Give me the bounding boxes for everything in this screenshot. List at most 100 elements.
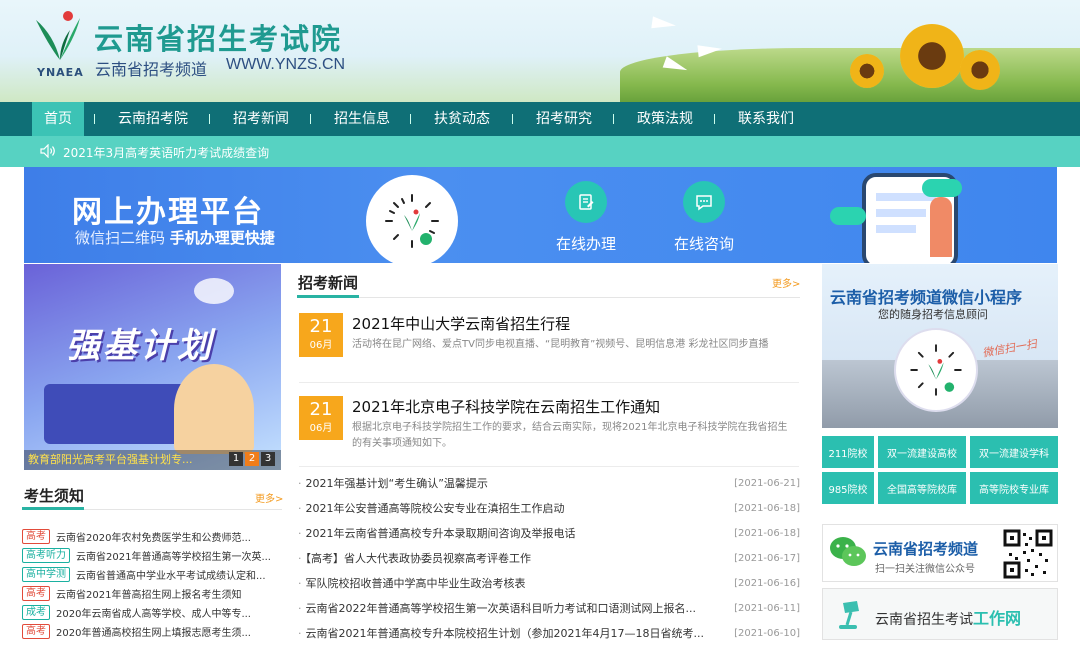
online-consult-button[interactable]: 在线咨询: [664, 181, 744, 254]
news-date: [2021-06-17]: [734, 553, 800, 564]
nav-item-home[interactable]: 首页: [32, 102, 84, 136]
list-item[interactable]: 高考 云南省2020年农村免费医学生和公费师范...: [22, 527, 282, 546]
nav-item-contact[interactable]: 联系我们: [726, 102, 806, 136]
scan-hint: 微信扫一扫: [981, 337, 1038, 360]
list-item[interactable]: 军队院校招收普通中学高中毕业生政治考核表 [2021-06-16]: [298, 575, 801, 600]
banner-subtitle: 微信扫二维码 手机办理更快捷: [75, 227, 275, 248]
quick-link-major-db[interactable]: 高等院校专业库: [970, 472, 1058, 504]
nav-separator: [410, 114, 411, 124]
date-month: 06月: [309, 423, 333, 434]
list-item-title[interactable]: 云南省2021年普高招生网上报名考生须知: [56, 586, 241, 601]
featured-news-title[interactable]: 2021年北京电子科技学院在云南招生工作通知: [352, 396, 660, 417]
sunflower-image: [960, 50, 1000, 90]
category-tag: 高考: [22, 586, 50, 601]
nav-item-ynzky[interactable]: 云南招考院: [106, 102, 200, 136]
news-title[interactable]: 2021年强基计划“考生确认”温馨提示: [298, 475, 488, 500]
list-item[interactable]: 云南省2021年普通高校专升本院校招生计划（参加2021年4月17—18日省统考…: [298, 625, 801, 650]
news-divider: [297, 297, 800, 298]
news-title[interactable]: 云南省2021年普通高校专升本院校招生计划（参加2021年4月17—18日省统考…: [298, 625, 704, 650]
news-title[interactable]: 云南省2022年普通高等学校招生第一次英语科目听力考试和口语测试网上报名...: [298, 600, 696, 625]
featured-news-desc: 活动将在昆广网络、爱点TV同步电视直播、“昆明教育”视频号、昆明信息港 彩龙社区…: [352, 339, 769, 350]
wechat-card-title: 云南省招考频道: [873, 540, 979, 558]
nav-separator: [94, 114, 95, 124]
quick-link-211[interactable]: 211院校: [822, 436, 874, 468]
date-day: 21: [309, 399, 333, 420]
featured-news-desc: 根据北京电子科技学院招生工作的要求，结合云南实际，现将2021年北京电子科技学院…: [352, 422, 788, 449]
list-item-title[interactable]: 云南省2020年农村免费医学生和公费师范...: [56, 529, 251, 544]
qr-code-icon: [910, 344, 962, 396]
list-item[interactable]: 成考 2020年云南省成人高等学校、成人中等专...: [22, 603, 282, 622]
work-network-card[interactable]: 云南省招生考试工作网: [822, 588, 1058, 640]
category-tag: 高中学测: [22, 567, 70, 582]
date-month: 06月: [309, 340, 333, 351]
list-item[interactable]: 高考 2020年普通高校招生网上填报志愿考生须...: [22, 622, 282, 641]
news-title[interactable]: 2021年公安普通高等院校公安专业在滇招生工作启动: [298, 500, 565, 525]
list-item[interactable]: 高中学测 云南省普通高中学业水平考试成绩认定和...: [22, 565, 282, 584]
notes-list: 高考 云南省2020年农村免费医学生和公费师范... 高考听力 云南省2021年…: [22, 527, 282, 641]
featured-news-item[interactable]: 21 06月 2021年中山大学云南省招生行程 活动将在昆广网络、爱点TV同步电…: [299, 313, 799, 383]
list-item[interactable]: 高考听力 云南省2021年普通高等学校招生第一次英...: [22, 546, 282, 565]
nav-item-admission-info[interactable]: 招生信息: [322, 102, 402, 136]
notice-link[interactable]: 2021年3月高考英语听力考试成绩查询: [63, 144, 269, 161]
site-title[interactable]: 云南省招生考试院: [94, 16, 342, 58]
banner-subtitle-bold: 手机办理更快捷: [169, 229, 275, 247]
list-item-title[interactable]: 2020年云南省成人高等学校、成人中等专...: [56, 605, 251, 620]
nav-item-news[interactable]: 招考新闻: [221, 102, 301, 136]
date-badge: 21 06月: [299, 396, 343, 440]
online-service-banner[interactable]: 网上办理平台 微信扫二维码 手机办理更快捷 在线办理 在线咨询: [24, 167, 1057, 263]
banner-title: 网上办理平台: [72, 195, 264, 230]
category-tag: 高考: [22, 529, 50, 544]
quick-link-double-first-class-disciplines[interactable]: 双一流建设学科: [970, 436, 1058, 468]
news-date: [2021-06-18]: [734, 528, 800, 539]
news-title[interactable]: 【高考】省人大代表政协委员视察高考评卷工作: [298, 550, 532, 575]
list-item[interactable]: 高考 云南省2021年普高招生网上报名考生须知: [22, 584, 282, 603]
paper-plane-icon: [697, 42, 723, 58]
pager-dot-2[interactable]: 2: [245, 452, 259, 466]
list-item[interactable]: 2021年公安普通高等院校公安专业在滇招生工作启动 [2021-06-18]: [298, 500, 801, 525]
news-title[interactable]: 军队院校招收普通中学高中毕业生政治考核表: [298, 575, 526, 600]
news-more-link[interactable]: 更多>: [772, 275, 800, 290]
miniprogram-card[interactable]: 云南省招考频道微信小程序 您的随身招考信息顾问 微信扫一扫: [822, 264, 1058, 428]
nav-item-research[interactable]: 招考研究: [524, 102, 604, 136]
featured-news-title[interactable]: 2021年中山大学云南省招生行程: [352, 313, 570, 334]
category-tag: 高考: [22, 624, 50, 639]
ynaea-logo-icon[interactable]: [30, 10, 86, 62]
site-header: YNAEA 云南省招生考试院 云南省招考频道 WWW.YNZS.CN: [0, 0, 1080, 102]
list-item-title[interactable]: 云南省2021年普通高等学校招生第一次英...: [76, 548, 271, 563]
quick-link-university-db[interactable]: 全国高等院校库: [878, 472, 966, 504]
list-item-title[interactable]: 云南省普通高中学业水平考试成绩认定和...: [76, 567, 266, 582]
date-day: 21: [309, 316, 333, 337]
list-item[interactable]: 2021年强基计划“考生确认”温馨提示 [2021-06-21]: [298, 475, 801, 500]
news-list: 2021年强基计划“考生确认”温馨提示 [2021-06-21] 2021年公安…: [298, 475, 801, 650]
promo-carousel[interactable]: 强基计划 教育部阳光高考平台强基计划专... 1 2 3: [24, 264, 281, 470]
miniprogram-title: 云南省招考频道微信小程序: [830, 288, 1023, 307]
list-item[interactable]: 云南省2022年普通高等学校招生第一次英语科目听力考试和口语测试网上报名... …: [298, 600, 801, 625]
work-network-prefix: 云南省招生考试: [875, 612, 973, 628]
news-date: [2021-06-16]: [734, 578, 800, 589]
wechat-card-subtitle: 扫一扫关注微信公众号: [875, 564, 975, 575]
pager-dot-1[interactable]: 1: [229, 452, 243, 466]
date-badge: 21 06月: [299, 313, 343, 357]
quick-link-985[interactable]: 985院校: [822, 472, 874, 504]
list-item[interactable]: 【高考】省人大代表政协委员视察高考评卷工作 [2021-06-17]: [298, 550, 801, 575]
chat-bubble-icon: [683, 181, 725, 223]
quick-link-double-first-class-universities[interactable]: 双一流建设高校: [878, 436, 966, 468]
featured-news-item[interactable]: 21 06月 2021年北京电子科技学院在云南招生工作通知 根据北京电子科技学院…: [299, 396, 799, 466]
nav-separator: [714, 114, 715, 124]
nav-item-poverty-relief[interactable]: 扶贫动态: [422, 102, 502, 136]
site-subtitle: 云南省招考频道: [95, 60, 208, 79]
pager-dot-3[interactable]: 3: [261, 452, 275, 466]
list-item-title[interactable]: 2020年普通高校招生网上填报志愿考生须...: [56, 624, 251, 639]
online-handle-button[interactable]: 在线办理: [546, 181, 626, 254]
work-network-highlight: 工作网: [973, 609, 1022, 628]
news-date: [2021-06-11]: [734, 603, 800, 614]
wechat-account-card[interactable]: 云南省招考频道 扫一扫关注微信公众号: [822, 524, 1058, 582]
list-item[interactable]: 2021年云南省普通高校专升本录取期间咨询及举报电话 [2021-06-18]: [298, 525, 801, 550]
miniprogram-subtitle: 您的随身招考信息顾问: [878, 308, 988, 321]
cloud-decoration: [194, 278, 234, 304]
site-url: WWW.YNZS.CN: [226, 56, 346, 73]
notes-more-link[interactable]: 更多>: [255, 490, 283, 505]
news-title[interactable]: 2021年云南省普通高校专升本录取期间咨询及举报电话: [298, 525, 576, 550]
online-consult-label: 在线咨询: [673, 235, 734, 253]
nav-item-policy[interactable]: 政策法规: [625, 102, 705, 136]
